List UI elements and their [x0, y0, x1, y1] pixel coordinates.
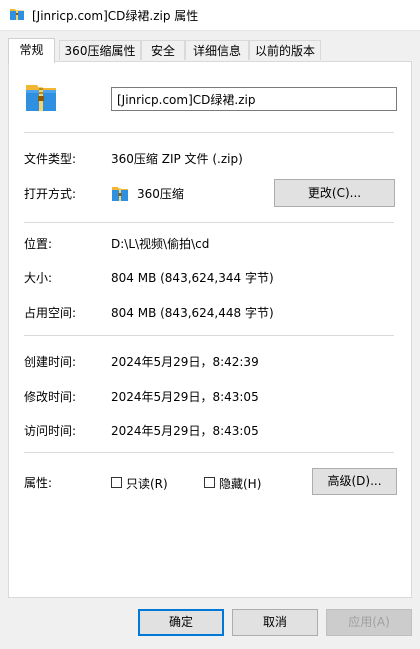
accessed-value: 2024年5月29日，8:43:05: [111, 424, 259, 438]
general-panel: 文件类型: 360压缩 ZIP 文件 (.zip) 打开方式: 360压缩 更改…: [8, 61, 412, 598]
tab-strip: 常规 360压缩属性 安全 详细信息 以前的版本: [8, 38, 412, 63]
file-type-label: 文件类型:: [24, 152, 77, 166]
attributes-label: 属性:: [24, 476, 53, 490]
tab-security[interactable]: 安全: [141, 40, 185, 60]
disk-size-value: 804 MB (843,624,448 字节): [111, 306, 274, 320]
accessed-label: 访问时间:: [24, 424, 77, 438]
readonly-label[interactable]: 只读(R): [126, 475, 168, 492]
location-value: D:\L\视频\偷拍\cd: [111, 237, 210, 251]
ok-button[interactable]: 确定: [138, 609, 224, 636]
separator: [24, 132, 394, 133]
created-label: 创建时间:: [24, 355, 77, 369]
location-label: 位置:: [24, 237, 53, 251]
separator: [24, 335, 394, 336]
modified-value: 2024年5月29日，8:43:05: [111, 390, 259, 404]
tab-previous-versions[interactable]: 以前的版本: [249, 40, 321, 60]
size-value: 804 MB (843,624,344 字节): [111, 271, 274, 285]
disk-size-label: 占用空间:: [24, 306, 77, 320]
open-with-label: 打开方式:: [24, 187, 77, 201]
cancel-button[interactable]: 取消: [232, 609, 318, 636]
file-type-value: 360压缩 ZIP 文件 (.zip): [111, 152, 243, 166]
window-title: [Jinricp.com]CD绿裙.zip 属性: [32, 9, 199, 23]
hidden-label[interactable]: 隐藏(H): [219, 475, 261, 492]
archive-icon: [10, 9, 24, 20]
title-bar: [Jinricp.com]CD绿裙.zip 属性: [0, 0, 420, 31]
advanced-button[interactable]: 高级(D)...: [312, 468, 397, 495]
change-button[interactable]: 更改(C)...: [274, 179, 395, 207]
hidden-checkbox[interactable]: [204, 477, 215, 488]
file-name-input[interactable]: [111, 87, 397, 111]
tab-360-archive-properties[interactable]: 360压缩属性: [59, 40, 141, 60]
separator: [24, 222, 394, 223]
readonly-checkbox[interactable]: [111, 477, 122, 488]
open-with-value: 360压缩: [137, 187, 184, 201]
tab-details[interactable]: 详细信息: [185, 40, 249, 60]
created-value: 2024年5月29日，8:42:39: [111, 355, 259, 369]
modified-label: 修改时间:: [24, 390, 77, 404]
tab-general[interactable]: 常规: [8, 38, 55, 63]
archive-icon: [112, 187, 128, 201]
apply-button: 应用(A): [326, 609, 412, 636]
separator: [24, 452, 394, 453]
size-label: 大小:: [24, 271, 53, 285]
archive-icon: [26, 85, 56, 111]
